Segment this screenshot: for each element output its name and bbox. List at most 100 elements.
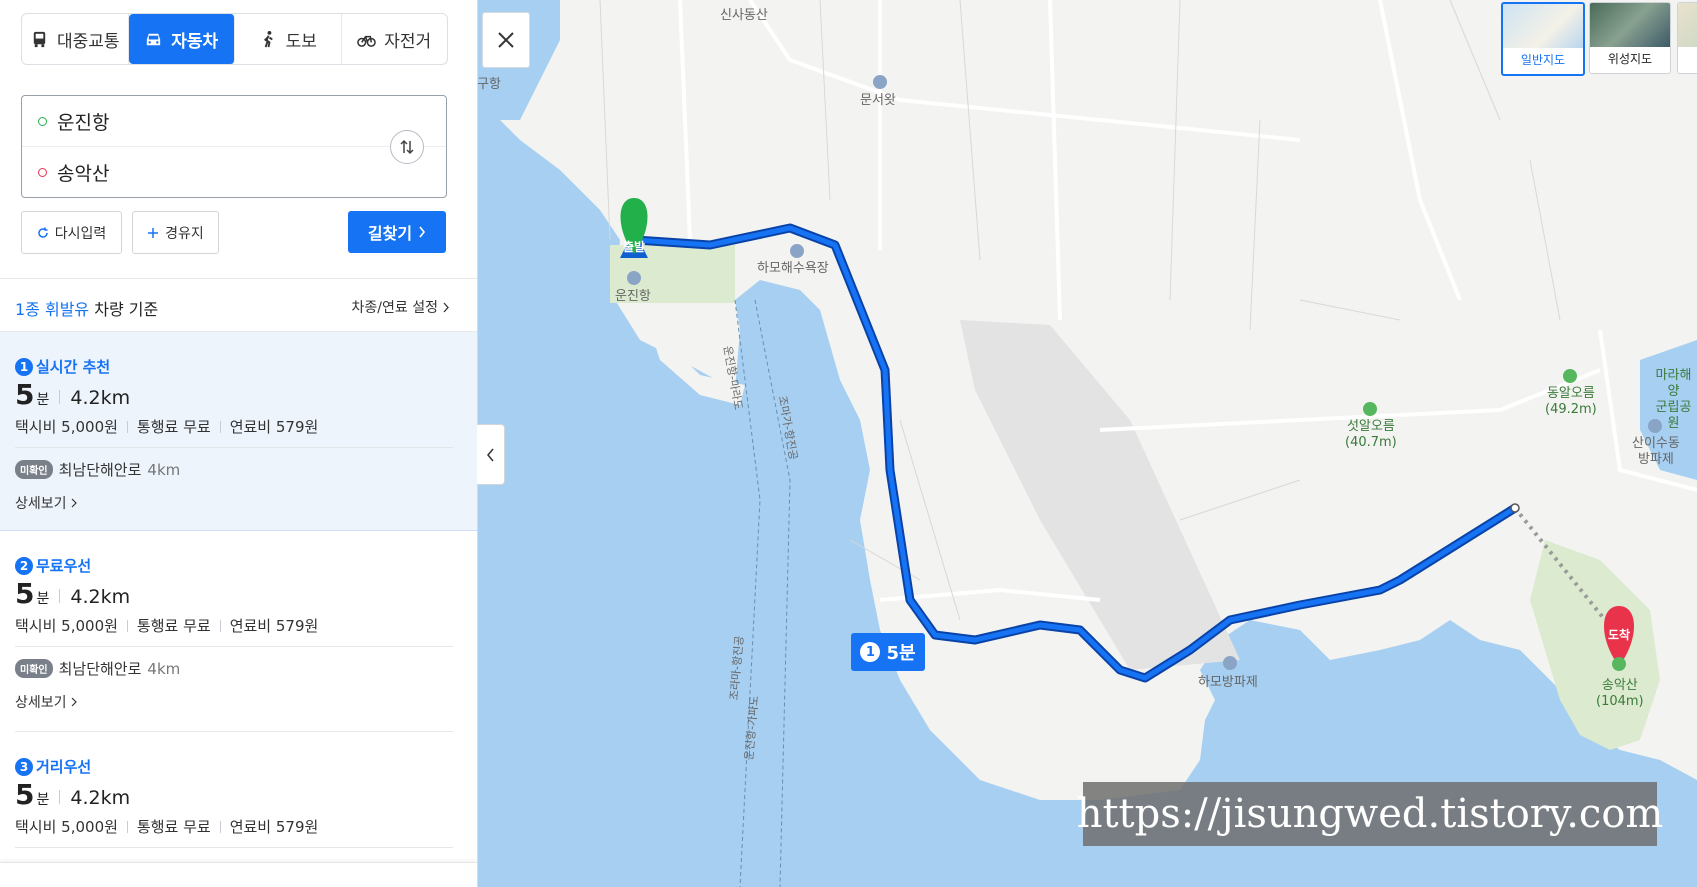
maptype-satellite-label: 위성지도 bbox=[1607, 52, 1653, 66]
chevron-right-icon bbox=[71, 498, 77, 508]
poi-songak[interactable]: 송악산 (104m) bbox=[1596, 678, 1644, 710]
route-3-number: 3 bbox=[15, 757, 33, 776]
poi-sanisu[interactable]: 산이수동 방파제 bbox=[1632, 436, 1680, 468]
waypoint-label: 경유지 bbox=[165, 225, 204, 242]
route-1-road: 미확인 최남단해안로 4km bbox=[15, 459, 180, 480]
origin-destination-box: 운진항 송악산 bbox=[21, 95, 447, 198]
route-1-header: 1 실시간 추천 bbox=[15, 356, 110, 377]
poi-edge-left[interactable]: 구항 bbox=[477, 77, 501, 93]
chevron-right-icon bbox=[443, 302, 449, 312]
route-2-unverified-badge: 미확인 bbox=[15, 659, 53, 678]
route-1-unverified-badge: 미확인 bbox=[15, 460, 53, 479]
tab-car[interactable]: 자동차 bbox=[128, 14, 235, 64]
route-3-distance: 4.2km bbox=[70, 787, 131, 809]
origin-text: 운진항 bbox=[57, 111, 110, 134]
maptype-normal[interactable]: 일반지도 bbox=[1501, 2, 1585, 76]
start-pin-label[interactable]: 출발 bbox=[619, 238, 649, 255]
route-1-time-unit: 분 bbox=[36, 392, 50, 408]
waypoint-button[interactable]: 경유지 bbox=[132, 211, 219, 254]
poi-unjin[interactable]: 운진항 bbox=[615, 289, 651, 305]
tab-bicycle[interactable]: 자전거 bbox=[342, 14, 448, 64]
vehicle-setting-label: 차종/연료 설정 bbox=[351, 300, 438, 316]
route-1-road-km: 4km bbox=[147, 460, 181, 479]
poi-hamo-beach[interactable]: 하모해수욕장 bbox=[757, 261, 829, 277]
route-2-detail-label: 상세보기 bbox=[15, 695, 67, 711]
route-3-taxi: 택시비 5,000원 bbox=[15, 818, 118, 836]
vehicle-setting-link[interactable]: 차종/연료 설정 bbox=[352, 297, 450, 317]
panel-bottom-bar bbox=[0, 862, 477, 887]
route-2-name: 무료우선 bbox=[36, 557, 92, 575]
route-2-detail-link[interactable]: 상세보기 bbox=[15, 692, 77, 712]
reset-button[interactable]: 다시입력 bbox=[21, 211, 122, 254]
maptype-normal-thumbnail bbox=[1503, 4, 1583, 48]
route-3-summary: 5 분 4.2km bbox=[15, 778, 130, 811]
route-3-fuel: 연료비 579원 bbox=[229, 818, 319, 836]
tab-walk[interactable]: 도보 bbox=[235, 14, 342, 64]
transport-mode-tabs: 대중교통 자동차 도보 자전거 bbox=[21, 13, 448, 65]
bus-icon bbox=[33, 31, 46, 47]
maptype-normal-label: 일반지도 bbox=[1520, 53, 1566, 67]
swap-arrows-icon bbox=[400, 139, 414, 155]
route-3-divider bbox=[15, 847, 453, 848]
poi-seodal-height: (40.7m) bbox=[1345, 435, 1397, 450]
route-1-detail-label: 상세보기 bbox=[15, 496, 67, 512]
route-2-number: 2 bbox=[15, 556, 33, 575]
poi-dongal[interactable]: 동알오름 (49.2m) bbox=[1545, 386, 1597, 418]
route-1-detail-link[interactable]: 상세보기 bbox=[15, 493, 77, 513]
poi-marado-line1: 마라해양 bbox=[1655, 368, 1692, 399]
destination-field[interactable]: 송악산 bbox=[22, 147, 382, 197]
route-1-distance: 4.2km bbox=[70, 387, 131, 409]
route-1-fuel: 연료비 579원 bbox=[229, 418, 319, 436]
poi-seodal[interactable]: 섯알오름 (40.7m) bbox=[1345, 419, 1397, 451]
route-3-name: 거리우선 bbox=[36, 758, 92, 776]
tab-transit[interactable]: 대중교통 bbox=[22, 14, 129, 64]
poi-sanisu-line2: 방파제 bbox=[1637, 452, 1674, 467]
poi-dongal-height: (49.2m) bbox=[1545, 402, 1597, 417]
route-option-1[interactable]: 1 실시간 추천 5 분 4.2km 택시비 5,000원 통행료 무료 연료비… bbox=[0, 332, 477, 530]
walk-icon bbox=[263, 30, 273, 47]
maptype-third-thumbnail bbox=[1678, 3, 1697, 47]
poi-sanisu-line1: 산이수동 bbox=[1632, 436, 1680, 451]
route-1-name: 실시간 추천 bbox=[36, 358, 111, 376]
find-route-button[interactable]: 길찾기 bbox=[348, 211, 446, 253]
route-2-road-name: 최남단해안로 bbox=[58, 660, 142, 678]
tab-transit-label: 대중교통 bbox=[56, 31, 120, 52]
route-2-taxi: 택시비 5,000원 bbox=[15, 617, 118, 635]
poi-songak-height: (104m) bbox=[1596, 694, 1644, 709]
collapse-panel-button[interactable] bbox=[477, 424, 505, 485]
route-1-taxi: 택시비 5,000원 bbox=[15, 418, 118, 436]
car-icon bbox=[147, 33, 161, 45]
vehicle-basis-highlight: 1종 휘발유 bbox=[15, 300, 90, 319]
origin-field[interactable]: 운진항 bbox=[22, 96, 446, 147]
find-route-label: 길찾기 bbox=[367, 224, 413, 243]
maptype-satellite-thumbnail bbox=[1590, 3, 1670, 47]
route-1-toll: 통행료 무료 bbox=[136, 418, 211, 436]
vehicle-basis: 1종 휘발유 차량 기준 bbox=[15, 296, 158, 320]
route-2-header: 2 무료우선 bbox=[15, 555, 91, 576]
poi-dongal-name: 동알오름 bbox=[1546, 386, 1595, 401]
maptype-satellite[interactable]: 위성지도 bbox=[1589, 2, 1671, 74]
route-time-badge-num: 1 bbox=[860, 642, 881, 662]
poi-hamo-breakwater[interactable]: 하모방파제 bbox=[1198, 675, 1258, 691]
chevron-right-icon bbox=[71, 697, 77, 707]
poi-sinsa[interactable]: 신사동산 bbox=[720, 8, 768, 24]
route-2-fuel: 연료비 579원 bbox=[229, 617, 319, 635]
plus-icon bbox=[148, 227, 159, 238]
route-1-number: 1 bbox=[15, 357, 33, 376]
poi-marado[interactable]: 마라해양 군립공원 bbox=[1650, 368, 1697, 432]
route-option-2[interactable]: 2 무료우선 5 분 4.2km 택시비 5,000원 통행료 무료 연료비 5… bbox=[0, 531, 477, 731]
route-time-badge[interactable]: 1 5분 bbox=[851, 633, 925, 671]
route-panel: 대중교통 자동차 도보 자전거 운진항 송악산 다시입력 경유지 길찾기 1종 … bbox=[0, 0, 478, 887]
end-pin-label[interactable]: 도착 bbox=[1604, 626, 1634, 643]
destination-dot-icon bbox=[38, 167, 47, 177]
close-route-button[interactable] bbox=[482, 12, 530, 68]
route-time-badge-label: 5분 bbox=[886, 643, 916, 664]
poi-marado-line2: 군립공원 bbox=[1655, 400, 1692, 431]
swap-button[interactable] bbox=[390, 130, 424, 164]
maptype-third[interactable] bbox=[1677, 2, 1697, 74]
poi-munseo[interactable]: 문서왓 bbox=[860, 93, 896, 109]
route-2-summary: 5 분 4.2km bbox=[15, 577, 130, 610]
route-3-time: 5 bbox=[15, 778, 35, 811]
poi-songak-name: 송악산 bbox=[1601, 678, 1638, 693]
refresh-icon bbox=[38, 227, 48, 238]
